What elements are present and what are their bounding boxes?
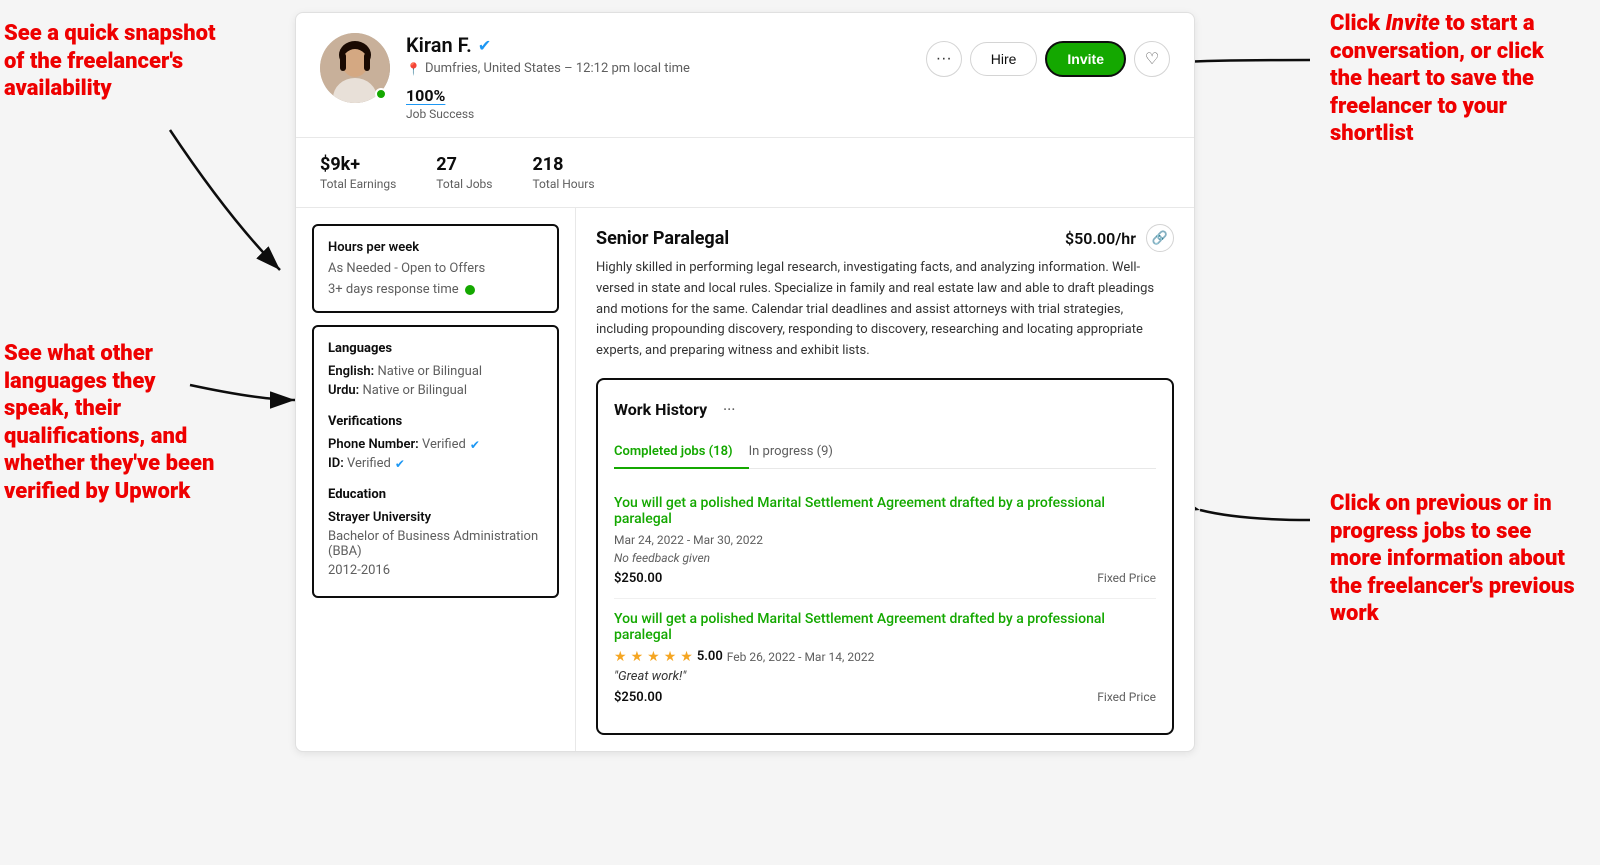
job-entry-2[interactable]: You will get a polished Marital Settleme… (614, 599, 1156, 717)
job-dates-1: Mar 24, 2022 - Mar 30, 2022 (614, 533, 1156, 547)
id-verified-icon: ✔ (395, 457, 405, 471)
hours-label: Total Hours (532, 177, 594, 191)
star-2: ★ (631, 649, 644, 665)
title-row: Senior Paralegal $50.00/hr 🔗 (596, 224, 1174, 252)
rate-row: $50.00/hr 🔗 (1065, 224, 1174, 252)
jobs-value: 27 (436, 154, 492, 175)
job-feedback-1: No feedback given (614, 551, 1156, 565)
star-1: ★ (614, 649, 627, 665)
verified-badge: ✔ (478, 36, 491, 55)
education-years: 2012-2016 (328, 563, 543, 578)
rating-date-2: Feb 26, 2022 - Mar 14, 2022 (727, 650, 875, 664)
freelancer-card: Kiran F. ✔ 📍 Dumfries, United States – 1… (295, 12, 1195, 752)
jobs-label: Total Jobs (436, 177, 492, 191)
star-4: ★ (664, 649, 677, 665)
work-history-header: Work History ··· (614, 396, 1156, 424)
annotation-bottom-right: Click on previous or in progress jobs to… (1330, 490, 1580, 628)
invite-button[interactable]: Invite (1045, 41, 1126, 77)
job-type-2: Fixed Price (1097, 690, 1156, 704)
job-title-2[interactable]: You will get a polished Marital Settleme… (614, 611, 1156, 643)
verification-id: ID: Verified ✔ (328, 456, 543, 471)
avatar-wrap (320, 33, 390, 103)
job-footer-1: $250.00 Fixed Price (614, 571, 1156, 586)
profile-location: 📍 Dumfries, United States – 12:12 pm loc… (406, 61, 910, 76)
stars-row-2: ★ ★ ★ ★ ★ 5.00 Feb 26, 2022 - Mar 14, 20… (614, 649, 1156, 665)
education-title: Education (328, 487, 543, 502)
success-percent: 100% (406, 86, 910, 105)
name-row: Kiran F. ✔ (406, 33, 910, 57)
response-row: 3+ days response time (328, 282, 543, 297)
job-amount-2: $250.00 (614, 690, 662, 705)
header-actions: ··· Hire Invite ♡ (926, 41, 1170, 77)
profile-info: Kiran F. ✔ 📍 Dumfries, United States – 1… (406, 33, 910, 121)
stat-hours: 218 Total Hours (532, 154, 594, 191)
save-to-shortlist-button[interactable]: ♡ (1134, 41, 1170, 77)
online-indicator (375, 88, 387, 100)
job-success: 100% Job Success (406, 86, 910, 121)
review-text-2: "Great work!" (614, 669, 1156, 684)
university-name: Strayer University (328, 510, 543, 525)
stat-earnings: $9k+ Total Earnings (320, 154, 396, 191)
location-icon: 📍 (406, 62, 421, 76)
job-entry-1[interactable]: You will get a polished Marital Settleme… (614, 483, 1156, 599)
phone-verified-icon: ✔ (470, 438, 480, 452)
freelancer-name: Kiran F. (406, 33, 472, 57)
copy-link-button[interactable]: 🔗 (1146, 224, 1174, 252)
page-wrapper: See a quick snapshot of the freelancer's… (0, 0, 1600, 865)
hours-value: 218 (532, 154, 594, 175)
sidebar-details-box: Languages English: Native or Bilingual U… (312, 325, 559, 598)
tab-in-progress[interactable]: In progress (9) (749, 436, 849, 469)
earnings-value: $9k+ (320, 154, 396, 175)
job-title-1[interactable]: You will get a polished Marital Settleme… (614, 495, 1156, 527)
work-history-title: Work History (614, 400, 707, 419)
left-sidebar: Hours per week As Needed - Open to Offer… (296, 208, 576, 751)
work-history-box: Work History ··· Completed jobs (18) In … (596, 378, 1174, 735)
earnings-label: Total Earnings (320, 177, 396, 191)
availability-title: Hours per week (328, 240, 543, 255)
annotation-top-right: Click Invite to start a conversation, or… (1330, 10, 1580, 148)
availability-box: Hours per week As Needed - Open to Offer… (312, 224, 559, 313)
work-history-options-button[interactable]: ··· (715, 396, 743, 424)
tab-completed-jobs[interactable]: Completed jobs (18) (614, 436, 749, 469)
response-indicator (465, 285, 475, 295)
star-5: ★ (680, 649, 693, 665)
verifications-title: Verifications (328, 414, 543, 429)
job-type-1: Fixed Price (1097, 571, 1156, 585)
hourly-rate: $50.00/hr (1065, 229, 1136, 248)
more-options-button[interactable]: ··· (926, 41, 962, 77)
stats-bar: $9k+ Total Earnings 27 Total Jobs 218 To… (296, 138, 1194, 208)
profile-header: Kiran F. ✔ 📍 Dumfries, United States – 1… (296, 13, 1194, 138)
stat-jobs: 27 Total Jobs (436, 154, 492, 191)
bio-text: Highly skilled in performing legal resea… (596, 258, 1174, 362)
job-footer-2: $250.00 Fixed Price (614, 690, 1156, 705)
content-area: Hours per week As Needed - Open to Offer… (296, 208, 1194, 751)
work-history-tabs: Completed jobs (18) In progress (9) (614, 436, 1156, 469)
freelancer-title: Senior Paralegal (596, 228, 729, 249)
availability-response: 3+ days response time (328, 282, 459, 297)
verification-phone: Phone Number: Verified ✔ (328, 437, 543, 452)
job-amount-1: $250.00 (614, 571, 662, 586)
availability-value: As Needed - Open to Offers (328, 261, 543, 276)
hire-button[interactable]: Hire (970, 42, 1038, 76)
language-urdu: Urdu: Native or Bilingual (328, 383, 543, 398)
language-english: English: Native or Bilingual (328, 364, 543, 379)
annotation-mid-left: See what other languages they speak, the… (4, 340, 224, 505)
languages-title: Languages (328, 341, 543, 356)
success-label: Job Success (406, 107, 910, 121)
annotation-top-left: See a quick snapshot of the freelancer's… (4, 20, 224, 103)
degree-name: Bachelor of Business Administration (BBA… (328, 529, 543, 559)
rating-value-2: 5.00 (697, 649, 723, 664)
right-content: Senior Paralegal $50.00/hr 🔗 Highly skil… (576, 208, 1194, 751)
star-3: ★ (647, 649, 660, 665)
